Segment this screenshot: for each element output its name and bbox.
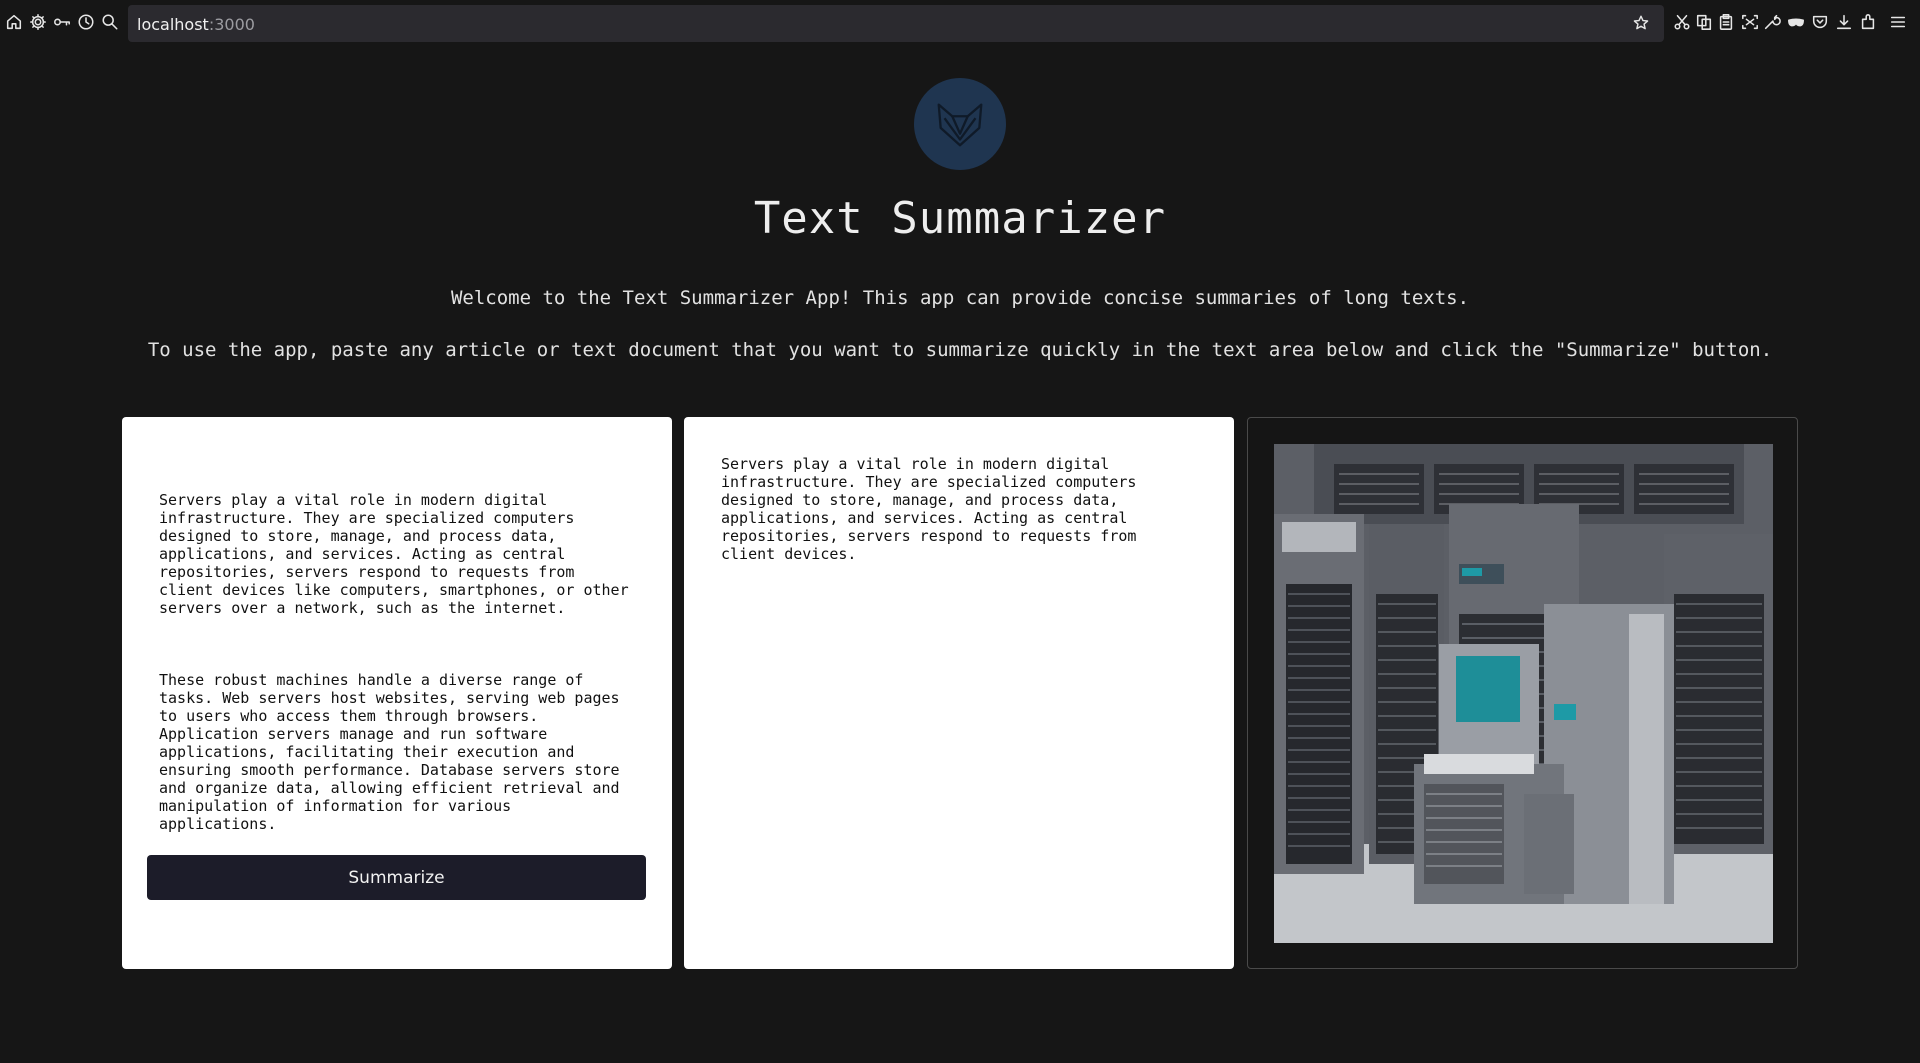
url-text: localhost:3000 [137, 15, 255, 34]
menu-icon[interactable] [1888, 12, 1908, 32]
copy-icon[interactable] [1694, 12, 1714, 32]
image-panel [1247, 417, 1798, 969]
intro-welcome-text: Welcome to the Text Summarizer App! This… [450, 287, 1470, 309]
page-title: Text Summarizer [753, 193, 1167, 244]
intro-instructions-text: To use the app, paste any article or tex… [147, 339, 1773, 361]
url-port: :3000 [208, 15, 255, 34]
fox-logo-icon [914, 78, 1006, 170]
browser-toolbar: localhost:3000 [0, 0, 1920, 44]
summary-text: Servers play a vital role in modern digi… [721, 455, 1137, 563]
scissors-icon[interactable] [1672, 12, 1692, 32]
clipboard-icon[interactable] [1716, 12, 1736, 32]
screenshot-icon[interactable] [1740, 12, 1760, 32]
extensions-icon[interactable] [1858, 12, 1878, 32]
home-icon[interactable] [4, 12, 24, 32]
search-icon[interactable] [100, 12, 120, 32]
summarize-button[interactable]: Summarize [147, 855, 646, 900]
mask-icon[interactable] [1786, 12, 1806, 32]
bookmark-star-icon[interactable] [1632, 14, 1652, 34]
gear-icon[interactable] [28, 12, 48, 32]
wrench-icon[interactable] [1762, 12, 1782, 32]
input-textarea[interactable]: Servers play a vital role in modern digi… [159, 455, 639, 887]
summary-panel: Servers play a vital role in modern digi… [684, 417, 1234, 969]
server-room-illustration [1274, 444, 1773, 943]
history-icon[interactable] [76, 12, 96, 32]
pocket-icon[interactable] [1810, 12, 1830, 32]
input-paragraph-2: These robust machines handle a diverse r… [159, 671, 620, 833]
download-icon[interactable] [1834, 12, 1854, 32]
url-bar[interactable]: localhost:3000 [128, 5, 1664, 42]
key-icon[interactable] [52, 12, 72, 32]
input-paragraph-1: Servers play a vital role in modern digi… [159, 491, 629, 617]
url-host: localhost [137, 15, 209, 34]
